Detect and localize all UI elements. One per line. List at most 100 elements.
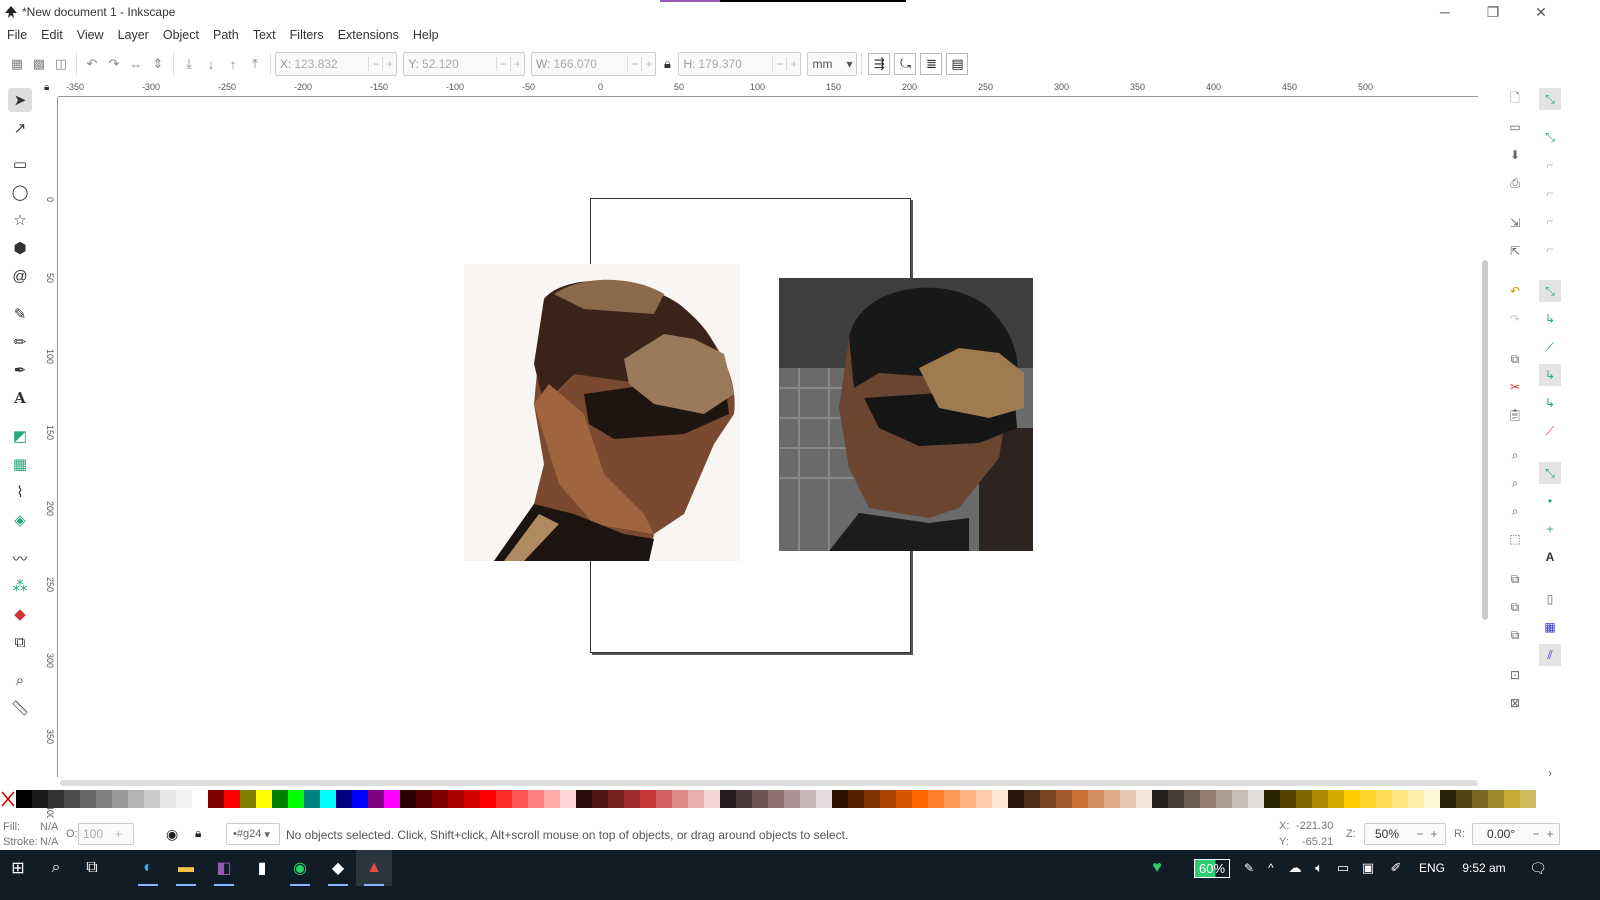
snap-paths-icon[interactable]: ↳ — [1539, 308, 1561, 330]
color-swatch[interactable] — [880, 790, 896, 808]
vertical-scrollbar[interactable] — [1482, 260, 1488, 620]
rotate-increment-button[interactable]: + — [1543, 827, 1557, 841]
color-swatch[interactable] — [1264, 790, 1280, 808]
color-swatch[interactable] — [928, 790, 944, 808]
vertical-ruler[interactable]: 0 50 100 150 200 250 300 350 400 — [44, 97, 58, 820]
rotate-decrement-button[interactable]: − — [1529, 827, 1543, 841]
color-swatch[interactable] — [1200, 790, 1216, 808]
star-tool-icon[interactable]: ☆ — [8, 208, 32, 232]
color-swatch[interactable] — [464, 790, 480, 808]
clone-icon[interactable]: ⧉ — [1504, 596, 1526, 618]
open-icon[interactable]: ▭ — [1504, 116, 1526, 138]
y-field[interactable]: Y: 52.120 − + — [403, 52, 526, 76]
zoom-field[interactable]: 50% − + — [1364, 823, 1446, 845]
opacity-value[interactable]: 100 — [79, 827, 115, 841]
color-swatch[interactable] — [16, 790, 32, 808]
color-swatch[interactable] — [496, 790, 512, 808]
color-swatch[interactable] — [192, 790, 208, 808]
rectangle-tool-icon[interactable]: ▭ — [8, 152, 32, 176]
color-swatch[interactable] — [832, 790, 848, 808]
h-value[interactable]: 179.370 — [698, 57, 772, 71]
color-swatch[interactable] — [944, 790, 960, 808]
color-swatch[interactable] — [1472, 790, 1488, 808]
menu-path[interactable]: Path — [206, 28, 246, 42]
color-swatch[interactable] — [864, 790, 880, 808]
y-decrement-button[interactable]: − — [496, 57, 510, 71]
y-value[interactable]: 52.120 — [422, 57, 496, 71]
paint-bucket-tool-icon[interactable]: ◈ — [8, 508, 32, 532]
color-swatch[interactable] — [208, 790, 224, 808]
save-icon[interactable]: ⬇ — [1504, 144, 1526, 166]
color-swatch[interactable] — [1424, 790, 1440, 808]
stroke-value[interactable]: N/A — [40, 836, 58, 848]
color-swatch[interactable] — [992, 790, 1008, 808]
color-swatch[interactable] — [1024, 790, 1040, 808]
calligraphy-tool-icon[interactable]: ✒ — [8, 358, 32, 382]
color-swatch[interactable] — [1248, 790, 1264, 808]
color-swatch[interactable] — [800, 790, 816, 808]
color-swatch[interactable] — [48, 790, 64, 808]
h-decrement-button[interactable]: − — [772, 57, 786, 71]
import-icon[interactable]: ⇲ — [1504, 212, 1526, 234]
color-swatch[interactable] — [112, 790, 128, 808]
color-swatch[interactable] — [1520, 790, 1536, 808]
file-explorer-icon[interactable]: ▬ — [168, 850, 204, 886]
h-field[interactable]: H: 179.370 − + — [678, 52, 802, 76]
color-swatch[interactable] — [656, 790, 672, 808]
w-increment-button[interactable]: + — [641, 57, 655, 71]
connector-tool-icon[interactable]: ⧉ — [8, 630, 32, 654]
color-swatch[interactable] — [1216, 790, 1232, 808]
color-swatch[interactable] — [1040, 790, 1056, 808]
color-swatch[interactable] — [336, 790, 352, 808]
color-swatch[interactable] — [288, 790, 304, 808]
unlink-clone-icon[interactable]: ⧉ — [1504, 624, 1526, 646]
zoom-page-icon[interactable]: ⌕ — [1504, 500, 1526, 522]
edge-browser-icon[interactable]: ◐ — [130, 850, 166, 886]
x-value[interactable]: 123.832 — [294, 57, 368, 71]
color-swatch[interactable] — [160, 790, 176, 808]
color-swatch[interactable] — [320, 790, 336, 808]
w-decrement-button[interactable]: − — [627, 57, 641, 71]
export-icon[interactable]: ⇱ — [1504, 240, 1526, 262]
menu-file[interactable]: File — [0, 28, 34, 42]
search-icon[interactable]: ⌕ — [38, 850, 74, 886]
color-swatch[interactable] — [736, 790, 752, 808]
rotate-value[interactable]: 0.00° — [1473, 827, 1529, 841]
text-tool-icon[interactable]: A — [8, 386, 32, 410]
transform-gradients-icon[interactable]: ≣ — [920, 53, 943, 75]
zoom-drawing-icon[interactable]: ⌕ — [1504, 472, 1526, 494]
color-swatch[interactable] — [1104, 790, 1120, 808]
color-swatch[interactable] — [1408, 790, 1424, 808]
zoom-decrement-button[interactable]: − — [1413, 827, 1427, 841]
color-swatch[interactable] — [80, 790, 96, 808]
color-swatch[interactable] — [64, 790, 80, 808]
3d-box-tool-icon[interactable]: ⬢ — [8, 236, 32, 260]
color-swatch[interactable] — [1136, 790, 1152, 808]
show-hidden-icons-icon[interactable]: ^ — [1260, 850, 1282, 886]
eraser-tool-icon[interactable]: ◆ — [8, 602, 32, 626]
start-windows-icon[interactable]: ⊞ — [0, 850, 36, 886]
color-swatch[interactable] — [1504, 790, 1520, 808]
x-decrement-button[interactable]: − — [368, 57, 382, 71]
zoom-page-width-icon[interactable]: ⬚ — [1504, 528, 1526, 550]
color-swatch[interactable] — [976, 790, 992, 808]
color-swatch[interactable] — [1280, 790, 1296, 808]
lower-icon[interactable]: ↓ — [200, 53, 222, 75]
color-swatch[interactable] — [1456, 790, 1472, 808]
restore-button[interactable]: ❐ — [1470, 0, 1516, 24]
onedrive-icon[interactable]: ☁ — [1284, 850, 1306, 886]
zoom-value[interactable]: 50% — [1365, 827, 1413, 841]
color-swatch[interactable] — [512, 790, 528, 808]
print-icon[interactable]: ⎙ — [1504, 172, 1526, 194]
whatsapp-icon[interactable]: ◉ — [282, 850, 318, 886]
expand-arrow-icon[interactable]: › — [1539, 762, 1561, 784]
paste-icon[interactable]: 📋︎ — [1504, 404, 1526, 426]
color-swatch[interactable] — [304, 790, 320, 808]
eye-visibility-icon[interactable]: ◉ — [166, 826, 178, 843]
snap-nodes-icon[interactable]: ⤡ — [1539, 280, 1561, 302]
color-swatch[interactable] — [1488, 790, 1504, 808]
color-swatch[interactable] — [1072, 790, 1088, 808]
color-swatch[interactable] — [640, 790, 656, 808]
snap-text-baseline-icon[interactable]: A — [1539, 546, 1561, 568]
pencil-tool-icon[interactable]: ✏ — [8, 330, 32, 354]
